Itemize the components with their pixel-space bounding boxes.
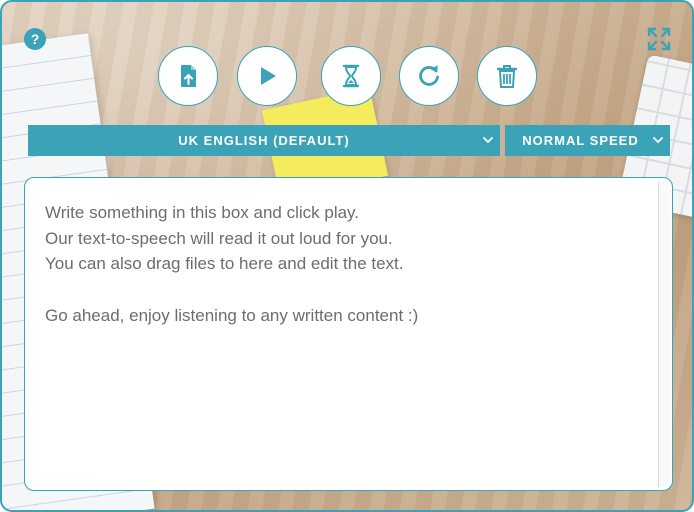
chevron-down-icon [483, 137, 493, 144]
language-select[interactable]: UK ENGLISH (DEFAULT) [28, 125, 500, 156]
trash-icon [496, 65, 518, 88]
speed-select[interactable]: NORMAL SPEED [505, 125, 670, 156]
upload-button[interactable] [158, 46, 218, 106]
tts-widget: ? UK ENGLISH (DEFAULT) NORMAL SPEED Writ… [0, 0, 694, 512]
refresh-icon [419, 65, 439, 86]
editor-line: Our text-to-speech will read it out loud… [45, 228, 393, 248]
editor-line: Go ahead, enjoy listening to any written… [45, 305, 419, 325]
editor-line: Write something in this box and click pl… [45, 203, 360, 222]
scrollbar[interactable] [658, 182, 670, 487]
text-editor[interactable]: Write something in this box and click pl… [24, 177, 673, 491]
hourglass-icon [342, 64, 360, 88]
play-button[interactable] [237, 46, 297, 106]
chevron-down-icon [653, 137, 663, 144]
reset-button[interactable] [399, 46, 459, 106]
play-icon [261, 67, 276, 85]
delete-button[interactable] [477, 46, 537, 106]
editor-line: You can also drag files to here and edit… [45, 254, 404, 273]
editor-blank-line [45, 277, 652, 303]
timer-button[interactable] [321, 46, 381, 106]
upload-file-icon [181, 65, 196, 87]
help-icon[interactable]: ? [24, 28, 46, 50]
speed-select-value: NORMAL SPEED [522, 133, 639, 148]
fullscreen-icon[interactable] [646, 26, 672, 52]
language-select-value: UK ENGLISH (DEFAULT) [178, 133, 350, 148]
